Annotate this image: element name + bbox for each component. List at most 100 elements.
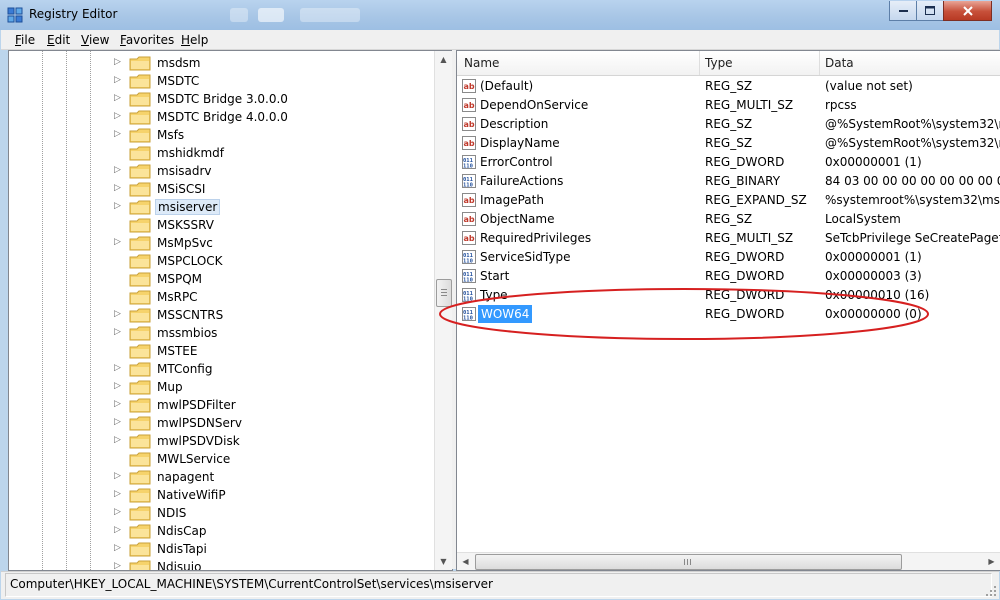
list-scroll-thumb[interactable] xyxy=(475,554,902,570)
tree-node[interactable]: ▷ MSSCNTRS xyxy=(9,306,429,324)
tree-node-label[interactable]: MsRPC xyxy=(155,290,200,304)
expand-arrow-icon[interactable]: ▷ xyxy=(114,543,124,553)
expand-arrow-icon[interactable]: ▷ xyxy=(114,471,124,481)
expand-arrow-icon[interactable]: ▷ xyxy=(114,417,124,427)
tree-node-label[interactable]: MSDTC Bridge 4.0.0.0 xyxy=(155,110,290,124)
tree-node-label[interactable]: MTConfig xyxy=(155,362,214,376)
tree-node[interactable]: mshidkmdf xyxy=(9,144,429,162)
tree-node[interactable]: ▷ mwlPSDVDisk xyxy=(9,432,429,450)
tree-node-label[interactable]: MWLService xyxy=(155,452,232,466)
tree-node[interactable]: MSPCLOCK xyxy=(9,252,429,270)
tree-node[interactable]: ▷ msisadrv xyxy=(9,162,429,180)
value-row[interactable]: ab (Default) REG_SZ (value not set) xyxy=(457,77,1000,96)
scroll-down-arrow-icon[interactable]: ▼ xyxy=(435,553,452,570)
close-button[interactable] xyxy=(943,1,992,21)
tree-node[interactable]: ▷ mwlPSDFilter xyxy=(9,396,429,414)
value-name[interactable]: ServiceSidType xyxy=(478,250,572,264)
tree-node-label[interactable]: NativeWifiP xyxy=(155,488,228,502)
value-name[interactable]: ObjectName xyxy=(478,212,556,226)
key-tree-pane[interactable]: ▷ msdsm ▷ MSDTC ▷ MSDTC Bridge 3.0.0.0 ▷ MSDTC … xyxy=(8,50,453,571)
tree-node[interactable]: ▷ Mup xyxy=(9,378,429,396)
tree-node-label[interactable]: msdsm xyxy=(155,56,203,70)
tree-node[interactable]: MSPQM xyxy=(9,270,429,288)
expand-arrow-icon[interactable]: ▷ xyxy=(114,165,124,175)
value-row[interactable]: 011 110 Type REG_DWORD 0x00000010 (16) xyxy=(457,286,1000,305)
title-bar[interactable]: Registry Editor xyxy=(0,0,1000,30)
column-divider[interactable] xyxy=(819,51,820,75)
tree-node-label[interactable]: MSTEE xyxy=(155,344,199,358)
value-name[interactable]: Type xyxy=(478,288,510,302)
value-name[interactable]: ErrorControl xyxy=(478,155,555,169)
value-name[interactable]: RequiredPrivileges xyxy=(478,231,593,245)
tree-node-label[interactable]: MsMpSvc xyxy=(155,236,215,250)
value-row[interactable]: ab Description REG_SZ @%SystemRoot%\system3… xyxy=(457,115,1000,134)
tree-node-label[interactable]: MSiSCSI xyxy=(155,182,207,196)
list-horizontal-scrollbar[interactable]: ◀ ▶ xyxy=(457,552,1000,570)
tree-node[interactable]: MsRPC xyxy=(9,288,429,306)
expand-arrow-icon[interactable]: ▷ xyxy=(114,363,124,373)
expand-arrow-icon[interactable]: ▷ xyxy=(114,93,124,103)
expand-arrow-icon[interactable]: ▷ xyxy=(114,201,124,211)
value-name[interactable]: (Default) xyxy=(478,79,535,93)
values-list-pane[interactable]: Name Type Data ab (Default) REG_SZ (value n… xyxy=(456,50,1000,571)
column-divider[interactable] xyxy=(699,51,700,75)
tree-node-label[interactable]: msisadrv xyxy=(155,164,214,178)
tree-node[interactable]: ▷ mssmbios xyxy=(9,324,429,342)
menu-favorites[interactable]: Favorites xyxy=(120,33,174,47)
expand-arrow-icon[interactable]: ▷ xyxy=(114,435,124,445)
tree-node[interactable]: MWLService xyxy=(9,450,429,468)
expand-arrow-icon[interactable]: ▷ xyxy=(114,399,124,409)
value-name[interactable]: DisplayName xyxy=(478,136,562,150)
tree-node-label[interactable]: MSPQM xyxy=(155,272,204,286)
tree-vertical-scrollbar[interactable]: ▲ ▼ xyxy=(434,51,452,570)
tree-node-label[interactable]: MSPCLOCK xyxy=(155,254,225,268)
tree-node[interactable]: MSTEE xyxy=(9,342,429,360)
tree-node[interactable]: ▷ mwlPSDNServ xyxy=(9,414,429,432)
expand-arrow-icon[interactable]: ▷ xyxy=(114,57,124,67)
tree-node-label[interactable]: MSDTC Bridge 3.0.0.0 xyxy=(155,92,290,106)
column-header-type[interactable]: Type xyxy=(705,56,733,70)
value-row[interactable]: ab ImagePath REG_EXPAND_SZ %systemroot%\sys… xyxy=(457,191,1000,210)
expand-arrow-icon[interactable]: ▷ xyxy=(114,507,124,517)
expand-arrow-icon[interactable]: ▷ xyxy=(114,75,124,85)
value-row[interactable]: 011 110 ServiceSidType REG_DWORD 0x00000001 … xyxy=(457,248,1000,267)
expand-arrow-icon[interactable]: ▷ xyxy=(114,129,124,139)
tree-node[interactable]: ▷ NdisTapi xyxy=(9,540,429,558)
tree-node-label[interactable]: Mup xyxy=(155,380,185,394)
maximize-button[interactable] xyxy=(916,1,944,21)
tree-node-label[interactable]: Msfs xyxy=(155,128,186,142)
tree-node[interactable]: ▷ MSDTC Bridge 4.0.0.0 xyxy=(9,108,429,126)
value-row[interactable]: 011 110 FailureActions REG_BINARY 84 03 00 0… xyxy=(457,172,1000,191)
value-name[interactable]: WOW64 xyxy=(478,305,533,323)
value-row[interactable]: 011 110 Start REG_DWORD 0x00000003 (3) xyxy=(457,267,1000,286)
tree-node[interactable]: ▷ MsMpSvc xyxy=(9,234,429,252)
value-name[interactable]: DependOnService xyxy=(478,98,590,112)
tree-node[interactable]: ▷ msiserver xyxy=(9,198,429,216)
tree-node[interactable]: ▷ NDIS xyxy=(9,504,429,522)
expand-arrow-icon[interactable]: ▷ xyxy=(114,327,124,337)
tree-node-label[interactable]: mwlPSDNServ xyxy=(155,416,244,430)
tree-node[interactable]: ▷ Ndisuio xyxy=(9,558,429,570)
expand-arrow-icon[interactable]: ▷ xyxy=(114,237,124,247)
tree-node[interactable]: ▷ Msfs xyxy=(9,126,429,144)
menu-edit[interactable]: Edit xyxy=(47,33,70,47)
value-name[interactable]: Description xyxy=(478,117,550,131)
scroll-up-arrow-icon[interactable]: ▲ xyxy=(435,51,452,68)
tree-node[interactable]: ▷ MSDTC xyxy=(9,72,429,90)
tree-node-label[interactable]: mshidkmdf xyxy=(155,146,226,160)
value-name[interactable]: ImagePath xyxy=(478,193,546,207)
tree-scroll-thumb[interactable] xyxy=(436,279,452,307)
tree-node-label[interactable]: napagent xyxy=(155,470,216,484)
tree-node-label[interactable]: MSSCNTRS xyxy=(155,308,225,322)
value-row[interactable]: ab ObjectName REG_SZ LocalSystem xyxy=(457,210,1000,229)
expand-arrow-icon[interactable]: ▷ xyxy=(114,381,124,391)
column-header-name[interactable]: Name xyxy=(464,56,499,70)
menu-help[interactable]: Help xyxy=(181,33,208,47)
tree-node-label[interactable]: mwlPSDVDisk xyxy=(155,434,242,448)
scroll-right-arrow-icon[interactable]: ▶ xyxy=(983,553,1000,570)
menu-file[interactable]: File xyxy=(15,33,35,47)
tree-node-label[interactable]: NdisCap xyxy=(155,524,209,538)
expand-arrow-icon[interactable]: ▷ xyxy=(114,309,124,319)
resize-grip-icon[interactable] xyxy=(985,585,997,597)
value-name[interactable]: Start xyxy=(478,269,511,283)
